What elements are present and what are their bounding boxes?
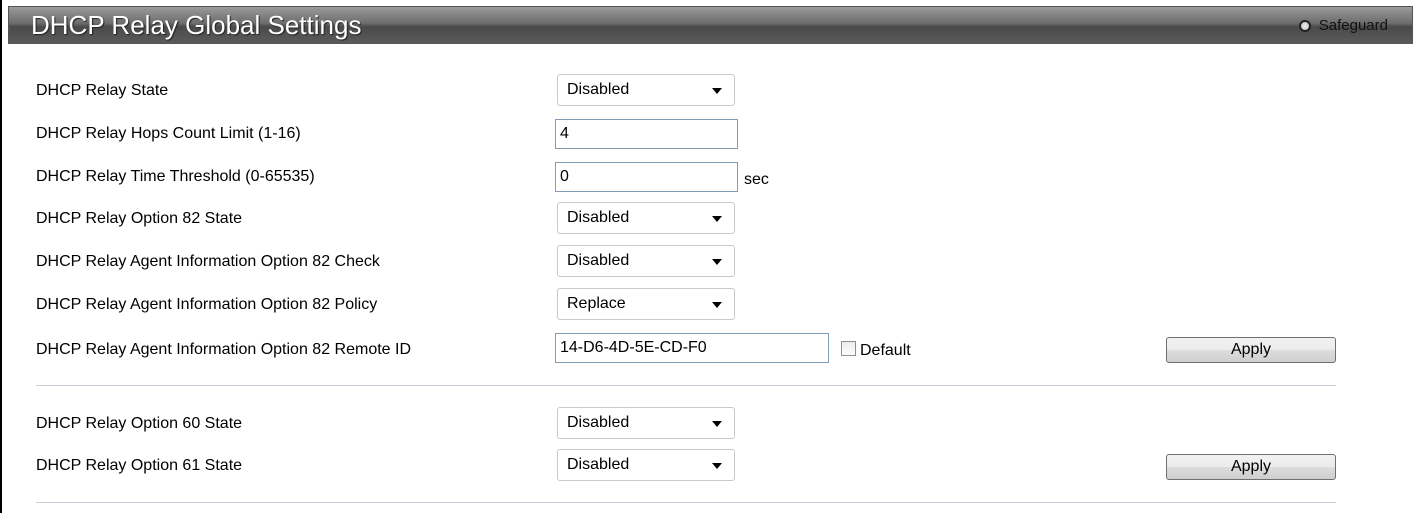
relay-state-label: DHCP Relay State bbox=[36, 82, 169, 99]
chevron-down-icon bbox=[712, 259, 722, 265]
opt82-check-label: DHCP Relay Agent Information Option 82 C… bbox=[36, 253, 380, 270]
hops-limit-input[interactable]: 4 bbox=[555, 119, 738, 149]
opt82-state-select[interactable]: Disabled bbox=[557, 202, 735, 234]
relay-state-select[interactable]: Disabled bbox=[557, 74, 735, 106]
opt61-state-select[interactable]: Disabled bbox=[557, 449, 735, 481]
opt82-state-value: Disabled bbox=[567, 209, 630, 226]
opt82-state-label: DHCP Relay Option 82 State bbox=[36, 210, 243, 227]
opt82-policy-select[interactable]: Replace bbox=[557, 288, 735, 320]
page-title: DHCP Relay Global Settings bbox=[31, 10, 362, 40]
opt82-check-value: Disabled bbox=[567, 252, 630, 269]
chevron-down-icon bbox=[712, 216, 722, 222]
relay-state-value: Disabled bbox=[567, 81, 630, 98]
time-threshold-label: DHCP Relay Time Threshold (0-65535) bbox=[36, 168, 315, 185]
opt60-state-select[interactable]: Disabled bbox=[557, 407, 735, 439]
time-threshold-unit: sec bbox=[744, 171, 769, 188]
settings-panel: DHCP Relay Global Settings Safeguard DHC… bbox=[0, 0, 1418, 513]
title-bar: DHCP Relay Global Settings Safeguard bbox=[8, 6, 1413, 44]
chevron-down-icon bbox=[712, 463, 722, 469]
default-checkbox[interactable] bbox=[841, 341, 856, 356]
default-checkbox-label: Default bbox=[860, 342, 911, 359]
opt82-check-select[interactable]: Disabled bbox=[557, 245, 735, 277]
apply-button-1[interactable]: Apply bbox=[1166, 337, 1336, 363]
apply-button-2[interactable]: Apply bbox=[1166, 454, 1336, 480]
safeguard-indicator: Safeguard bbox=[1298, 17, 1388, 35]
opt60-state-value: Disabled bbox=[567, 414, 630, 431]
opt82-remote-id-label: DHCP Relay Agent Information Option 82 R… bbox=[36, 341, 411, 358]
safeguard-icon bbox=[1298, 20, 1311, 32]
opt60-state-label: DHCP Relay Option 60 State bbox=[36, 415, 243, 432]
time-threshold-input[interactable]: 0 bbox=[555, 162, 738, 192]
hops-limit-label: DHCP Relay Hops Count Limit (1-16) bbox=[36, 125, 301, 142]
opt61-state-label: DHCP Relay Option 61 State bbox=[36, 457, 243, 474]
opt82-remote-id-value: 14-D6-4D-5E-CD-F0 bbox=[560, 339, 707, 356]
opt61-state-value: Disabled bbox=[567, 456, 630, 473]
section-divider bbox=[36, 502, 1336, 503]
chevron-down-icon bbox=[712, 302, 722, 308]
safeguard-label: Safeguard bbox=[1318, 17, 1388, 34]
opt82-policy-value: Replace bbox=[567, 295, 626, 312]
chevron-down-icon bbox=[712, 421, 722, 427]
section-divider bbox=[36, 385, 1336, 386]
time-threshold-value: 0 bbox=[560, 168, 569, 185]
hops-limit-value: 4 bbox=[560, 125, 569, 142]
opt82-remote-id-input[interactable]: 14-D6-4D-5E-CD-F0 bbox=[555, 333, 829, 363]
chevron-down-icon bbox=[712, 88, 722, 94]
opt82-policy-label: DHCP Relay Agent Information Option 82 P… bbox=[36, 296, 378, 313]
